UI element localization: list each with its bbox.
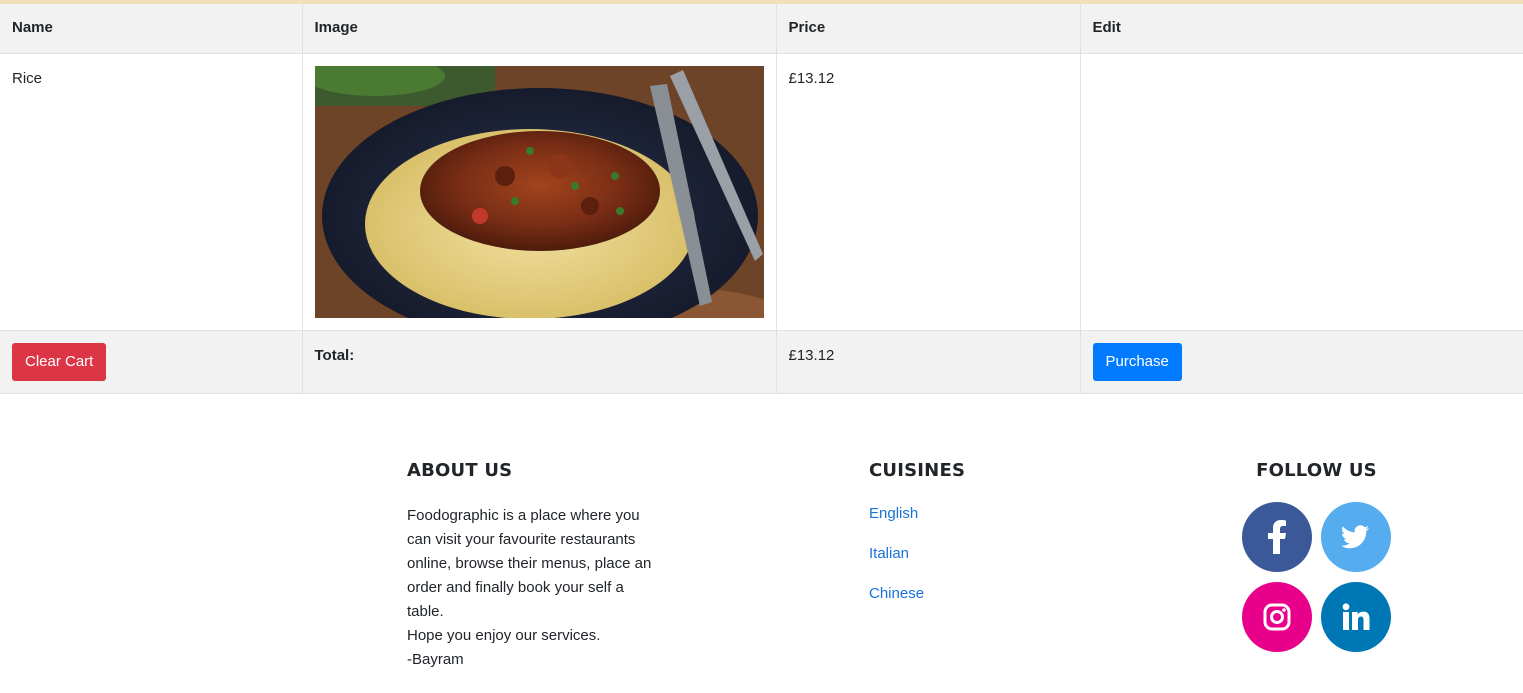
cuisines-section: CUISINES English Italian Chinese: [869, 460, 1069, 624]
about-paragraph: Foodographic is a place where you can vi…: [407, 507, 652, 620]
item-image-cell: [302, 53, 777, 331]
follow-section: FOLLOW US: [1240, 460, 1393, 654]
header-image: Image: [302, 4, 777, 54]
about-text: Foodographic is a place where you can vi…: [407, 504, 659, 672]
twitter-icon[interactable]: [1321, 502, 1391, 572]
purchase-cell: Purchase: [1080, 330, 1523, 394]
cuisine-link-chinese[interactable]: Chinese: [869, 584, 1069, 624]
total-label: Total:: [302, 330, 777, 394]
about-title: ABOUT US: [407, 460, 513, 481]
header-price: Price: [776, 4, 1081, 54]
item-price: £13.12: [776, 53, 1081, 331]
about-signature: -Bayram: [407, 651, 464, 668]
facebook-icon[interactable]: [1242, 502, 1312, 572]
about-section: ABOUT US Foodographic is a place where y…: [407, 460, 667, 672]
cuisines-title: CUISINES: [869, 460, 966, 481]
clear-cart-cell: Clear Cart: [0, 330, 303, 394]
table-row: Rice £13.12: [0, 53, 1523, 331]
about-closing: Hope you enjoy our services.: [407, 627, 601, 644]
table-header-row: Name Image Price Edit: [0, 4, 1523, 54]
instagram-icon[interactable]: [1242, 582, 1312, 652]
food-image: [314, 65, 764, 318]
cuisine-link-italian[interactable]: Italian: [869, 544, 1069, 584]
item-edit-cell: [1080, 53, 1523, 331]
purchase-button[interactable]: Purchase: [1092, 342, 1182, 381]
linkedin-icon[interactable]: [1321, 582, 1391, 652]
cuisine-link-english[interactable]: English: [869, 504, 1069, 544]
total-value: £13.12: [776, 330, 1081, 394]
header-edit: Edit: [1080, 4, 1523, 54]
total-row: Clear Cart Total: £13.12 Purchase: [0, 330, 1523, 394]
item-name: Rice: [0, 53, 303, 331]
header-name: Name: [0, 4, 303, 54]
social-links: [1240, 502, 1393, 654]
clear-cart-button[interactable]: Clear Cart: [12, 342, 107, 381]
follow-title: FOLLOW US: [1256, 460, 1377, 481]
site-footer: ABOUT US Foodographic is a place where y…: [0, 393, 1523, 693]
cart-table: Name Image Price Edit Rice £13.12 Clear …: [0, 4, 1523, 394]
